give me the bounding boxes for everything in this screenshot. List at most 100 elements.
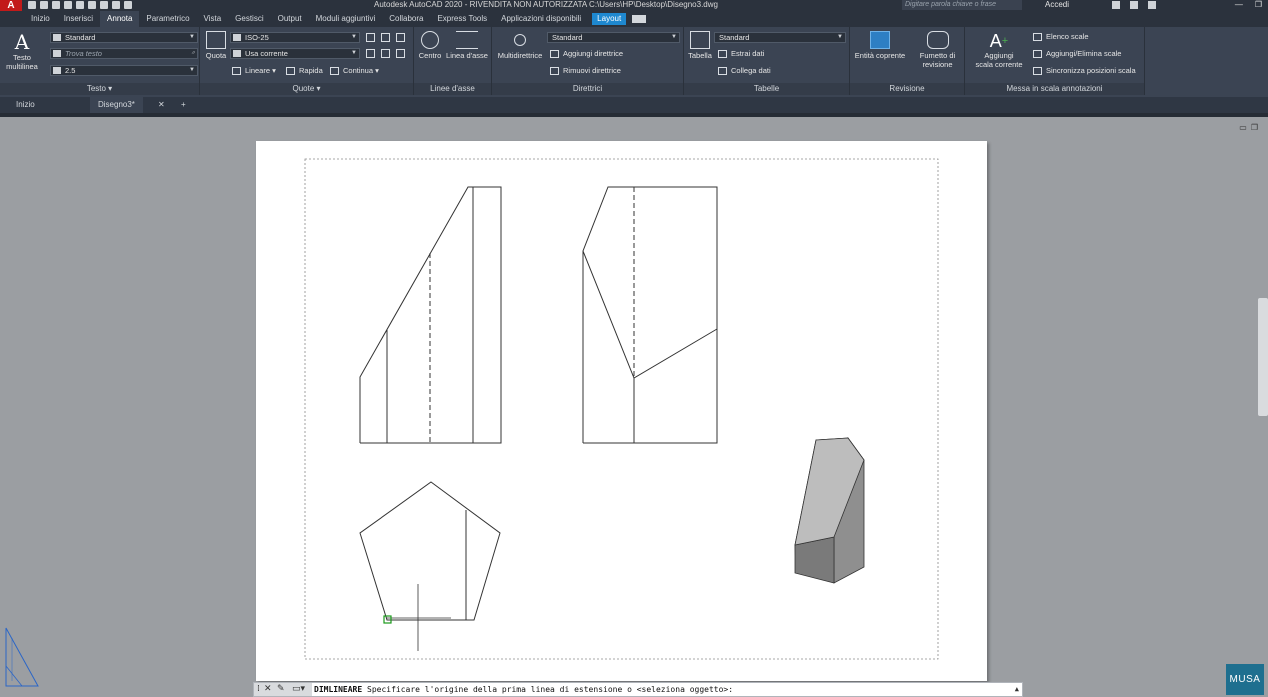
watermark-logo: MUSA [1226, 664, 1264, 695]
autocad-logo-icon[interactable]: A [0, 0, 22, 11]
dimstyle-select[interactable]: ISO-25 ▼ [230, 32, 360, 43]
isometric-solid[interactable] [794, 436, 865, 584]
viewport-boundary[interactable] [304, 158, 939, 660]
web-mobile-icon[interactable] [76, 1, 84, 9]
extract-data-button[interactable]: Estrai dati [718, 49, 764, 59]
recent-commands-icon[interactable]: ▭▾ [292, 683, 305, 696]
text-a-icon: A [14, 30, 30, 54]
table-button[interactable]: Tabella [686, 31, 714, 60]
close-tab-icon[interactable]: ✕ [158, 97, 165, 113]
wipeout-button[interactable]: Entità coprente [850, 31, 910, 60]
viewport-restore-icon[interactable]: ❐ [1251, 123, 1258, 132]
navigation-bar-handle[interactable] [1258, 298, 1268, 416]
ribbon-toggle-icon[interactable] [632, 15, 647, 23]
cart-icon[interactable] [1112, 1, 1120, 9]
multiline-text-button[interactable]: A Testo multilinea [3, 31, 41, 71]
tab-applicazioni[interactable]: Applicazioni disponibili [494, 11, 588, 27]
panel-title-linee-asse: Linee d'asse [414, 83, 491, 95]
save-as-icon[interactable] [64, 1, 72, 9]
tab-vista[interactable]: Vista [197, 11, 229, 27]
print-icon[interactable] [100, 1, 108, 9]
signin-button[interactable]: Accedi [1045, 0, 1069, 10]
command-history-icon[interactable]: ▲ [1015, 683, 1019, 696]
dim-tool-icon-4[interactable] [366, 49, 375, 58]
new-tab-icon[interactable]: + [181, 97, 186, 113]
top-view[interactable] [359, 481, 501, 621]
sync-scale-positions-button[interactable]: Sincronizza posizioni scala [1033, 66, 1136, 76]
revcloud-icon [926, 31, 949, 49]
command-line[interactable]: ⁞ ✕ ✎ ▭▾ DIMLINEARE Specificare l'origin… [253, 682, 1023, 697]
front-view[interactable] [359, 186, 502, 444]
autodesk-a360-icon[interactable] [1130, 1, 1138, 9]
tab-gestisci[interactable]: Gestisci [228, 11, 270, 27]
linear-dim-button[interactable]: Lineare ▾ [232, 66, 276, 76]
center-mark-button[interactable]: Centro [416, 31, 444, 60]
extract-data-icon [718, 50, 727, 58]
multileader-button[interactable]: Multidirettrice [494, 31, 546, 60]
add-leader-button[interactable]: Aggiungi direttrice [550, 49, 623, 59]
multileader-icon [514, 34, 526, 46]
tab-inizio[interactable]: Inizio [24, 11, 57, 27]
panel-title-tabelle[interactable]: Tabelle [684, 83, 849, 95]
dimension-button[interactable]: Quota [202, 31, 230, 60]
centerline-icon [456, 31, 478, 49]
help-icon[interactable] [1148, 1, 1156, 9]
side-view[interactable] [582, 186, 718, 444]
mleader-style-select[interactable]: Standard ▼ [547, 32, 680, 43]
plot-icon[interactable] [88, 1, 96, 9]
dim-tool-icon-3[interactable] [396, 33, 405, 42]
panel-testo: A Testo multilinea Standard ▼ Trova testo… [0, 27, 200, 95]
tab-express-tools[interactable]: Express Tools [430, 11, 494, 27]
dim-tool-icon-2[interactable] [381, 33, 390, 42]
add-delete-scales-button[interactable]: Aggiungi/Elimina scale [1033, 49, 1121, 59]
text-style-select[interactable]: Standard ▼ [50, 32, 198, 43]
tab-parametrico[interactable]: Parametrico [139, 11, 196, 27]
add-current-scale-button[interactable]: A+ Aggiungi scala corrente [967, 31, 1031, 69]
remove-leader-button[interactable]: Rimuovi direttrice [550, 66, 621, 76]
tab-moduli[interactable]: Moduli aggiuntivi [309, 11, 383, 27]
continue-dim-button[interactable]: Continua ▾ [330, 66, 379, 76]
text-height-select[interactable]: 2.5 ▼ [50, 65, 198, 76]
panel-title-direttrici[interactable]: Direttrici [492, 83, 683, 95]
scale-list-button[interactable]: Elenco scale [1033, 32, 1089, 42]
undo-icon[interactable] [112, 1, 120, 9]
panel-title-testo[interactable]: Testo ▾ [0, 83, 199, 95]
viewport-controls: ▭ ❐ [1239, 123, 1258, 132]
front-view-outline [359, 186, 502, 444]
dim-layer-select[interactable]: Usa corrente ▼ [230, 48, 360, 59]
command-line-grip-icon[interactable]: ⁞ [257, 683, 260, 696]
tab-output[interactable]: Output [271, 11, 309, 27]
revcloud-button[interactable]: Fumetto di revisione [910, 31, 965, 69]
customize-command-icon[interactable]: ✎ [277, 683, 285, 696]
link-data-button[interactable]: Collega dati [718, 66, 771, 76]
dim-tool-icon-1[interactable] [366, 33, 375, 42]
dim-tool-icon-5[interactable] [381, 49, 390, 58]
table-style-select[interactable]: Standard ▼ [714, 32, 846, 43]
window-title: Autodesk AutoCAD 2020 - RIVENDITA NON AU… [374, 0, 718, 9]
find-text-input[interactable]: Trova testo ⌕ [50, 48, 198, 59]
file-tab-start[interactable]: Inizio [16, 97, 35, 113]
restore-icon[interactable]: ❐ [1255, 0, 1262, 10]
search-input[interactable]: Digitare parola chiave o frase [902, 0, 1022, 10]
tab-collabora[interactable]: Collabora [382, 11, 430, 27]
viewport-minimize-icon[interactable]: ▭ [1239, 123, 1247, 132]
centerline-button[interactable]: Linea d'asse [444, 31, 490, 60]
sync-scale-icon [1033, 67, 1042, 75]
tab-annota[interactable]: Annota [100, 11, 140, 27]
file-tab-drawing[interactable]: Disegno3* [90, 97, 143, 113]
save-icon[interactable] [52, 1, 60, 9]
minimize-icon[interactable]: — [1235, 0, 1243, 10]
tab-inserisci[interactable]: Inserisci [57, 11, 100, 27]
remove-leader-icon [550, 67, 559, 75]
new-file-icon[interactable] [28, 1, 36, 9]
redo-icon[interactable] [124, 1, 132, 9]
command-line-buttons: ⁞ ✕ ✎ ▭▾ [254, 683, 312, 696]
dim-tool-icon-6[interactable] [396, 49, 405, 58]
tab-layout[interactable]: Layout [592, 13, 627, 25]
quick-dim-button[interactable]: Rapida [286, 66, 323, 76]
open-file-icon[interactable] [40, 1, 48, 9]
window-controls: — ❐ [1235, 0, 1262, 10]
close-command-icon[interactable]: ✕ [264, 683, 272, 696]
panel-title-quote[interactable]: Quote ▾ [200, 83, 413, 95]
drawing-canvas[interactable] [256, 141, 987, 681]
